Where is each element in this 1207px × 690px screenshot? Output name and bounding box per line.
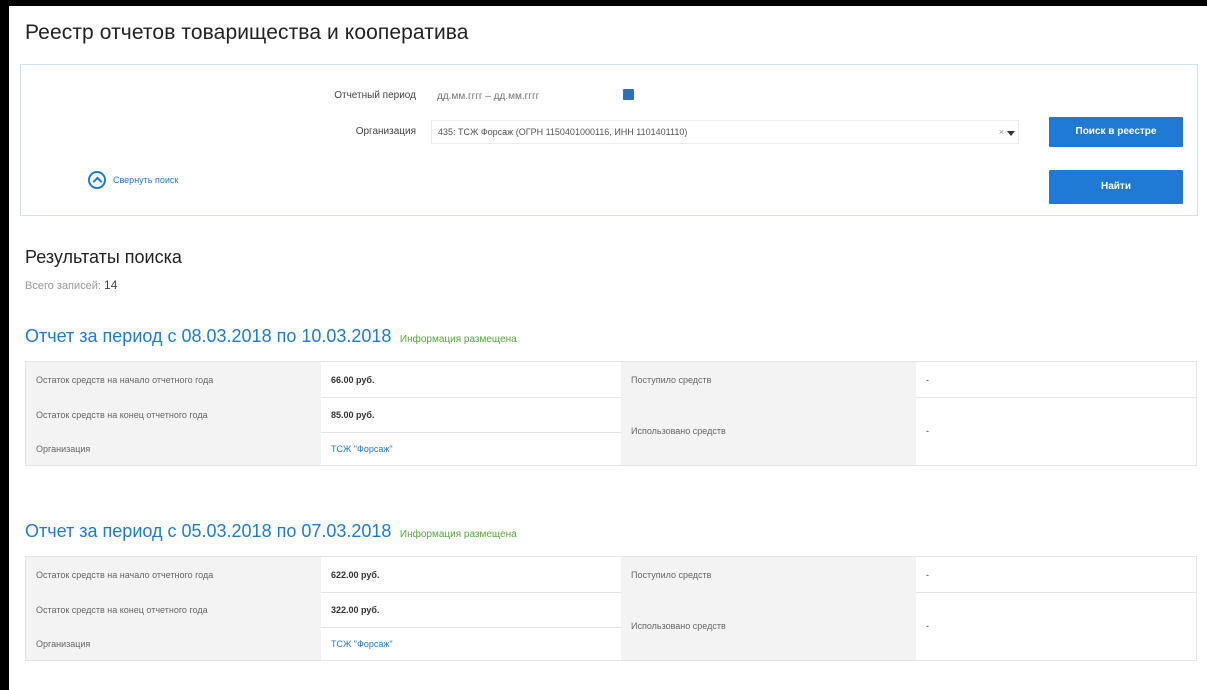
organization-select-value: 435: ТСЖ Форсаж (ОГРН 1150401000116, ИНН… [438,127,688,137]
balance-end-value: 85.00 руб. [321,397,621,432]
organization-link[interactable]: ТСЖ "Форсаж" [321,627,621,660]
organization-link[interactable]: ТСЖ "Форсаж" [321,432,621,465]
calendar-icon[interactable] [623,89,634,100]
balance-start-label: Остаток средств на начало отчетного года [26,362,321,397]
usage-label: Использовано средств [621,397,916,465]
collapse-search[interactable]: Свернуть поиск [88,171,178,189]
balance-end-label: Остаток средств на конец отчетного года [26,592,321,627]
clear-icon[interactable]: × [999,127,1004,137]
period-label: Отчетный период [334,90,416,101]
organization-label: Организация [26,627,321,660]
receipts-label: Поступило средств [621,362,916,397]
row-divider [321,397,621,398]
organization-select[interactable]: 435: ТСЖ Форсаж (ОГРН 1150401000116, ИНН… [431,120,1019,144]
results-count-label: Всего записей: [25,280,101,292]
report-heading: Отчет за период с 08.03.2018 по 10.03.20… [25,326,517,347]
row-divider [916,592,1196,593]
balance-end-label: Остаток средств на конец отчетного года [26,397,321,432]
row-divider [321,432,621,433]
report-table: Остаток средств на начало отчетного года… [25,556,1197,661]
page-title: Реестр отчетов товарищества и кооператив… [25,21,469,44]
row-divider [916,397,1196,398]
balance-start-value: 66.00 руб. [321,362,621,397]
usage-label: Использовано средств [621,592,916,660]
report-table: Остаток средств на начало отчетного года… [25,361,1197,466]
report-status: Информация размещена [399,529,517,540]
row-divider [321,592,621,593]
receipts-value: - [916,557,1196,592]
usage-value: - [916,592,1196,660]
results-count: Всего записей: 14 [25,278,117,292]
receipts-value: - [916,362,1196,397]
page: Реестр отчетов товарищества и кооператив… [9,6,1207,690]
balance-end-value: 322.00 руб. [321,592,621,627]
row-divider [321,627,621,628]
report-status: Информация размещена [399,334,517,345]
receipts-label: Поступило средств [621,557,916,592]
search-registry-button[interactable]: Поиск в реестре [1049,117,1183,147]
chevron-down-icon[interactable] [1007,131,1015,136]
search-panel: Отчетный период Организация 435: ТСЖ Фор… [20,64,1198,216]
balance-start-value: 622.00 руб. [321,557,621,592]
results-title: Результаты поиска [25,247,182,267]
report-heading: Отчет за период с 05.03.2018 по 07.03.20… [25,521,517,542]
collapse-icon[interactable] [88,171,106,189]
balance-start-label: Остаток средств на начало отчетного года [26,557,321,592]
collapse-search-link[interactable]: Свернуть поиск [113,175,178,185]
org-label: Организация [355,126,416,137]
usage-value: - [916,397,1196,465]
find-button[interactable]: Найти [1049,170,1183,204]
results-count-value: 14 [104,278,118,292]
report-title-link[interactable]: Отчет за период с 05.03.2018 по 07.03.20… [25,521,391,541]
report-title-link[interactable]: Отчет за период с 08.03.2018 по 10.03.20… [25,326,391,346]
organization-label: Организация [26,432,321,465]
period-input[interactable] [431,85,609,107]
